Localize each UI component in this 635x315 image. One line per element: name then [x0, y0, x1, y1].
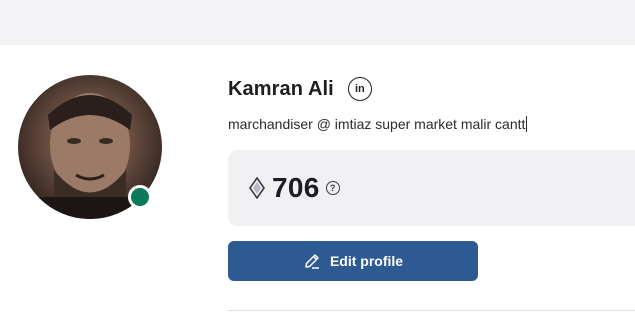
- name-row: Kamran Ali in: [228, 76, 372, 102]
- profile-headline: marchandiser @ imtiaz super market malir…: [228, 116, 528, 132]
- section-divider: [228, 310, 635, 311]
- online-status-dot: [128, 185, 152, 209]
- text-cursor: [526, 116, 528, 132]
- top-banner: [0, 0, 635, 45]
- points-card: 706 ?: [228, 150, 635, 226]
- edit-profile-button[interactable]: Edit profile: [228, 241, 478, 281]
- headline-text: marchandiser @ imtiaz super market malir…: [228, 116, 526, 132]
- help-icon[interactable]: ?: [325, 181, 340, 195]
- gem-icon: [249, 177, 265, 199]
- linkedin-icon[interactable]: in: [347, 77, 372, 101]
- pencil-icon: [305, 254, 319, 269]
- points-value: 706: [272, 172, 320, 203]
- profile-avatar-container: [18, 75, 162, 219]
- profile-name: Kamran Ali: [228, 77, 334, 100]
- edit-profile-label: Edit profile: [329, 253, 404, 269]
